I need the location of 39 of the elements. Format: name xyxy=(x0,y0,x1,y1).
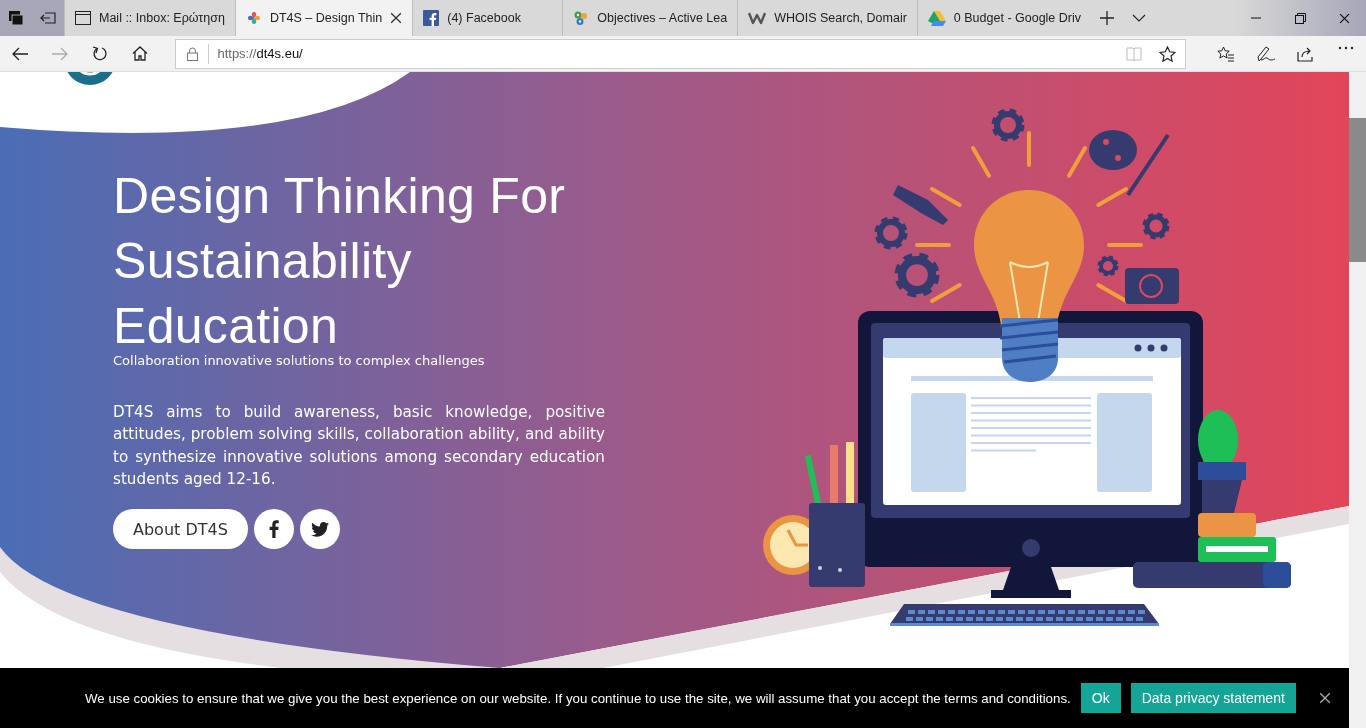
restore-icon[interactable] xyxy=(1294,12,1306,24)
star-icon[interactable] xyxy=(1159,45,1177,62)
share-icon[interactable] xyxy=(1297,45,1315,62)
about-button[interactable]: About DT4S xyxy=(113,509,248,550)
favorites-icon[interactable] xyxy=(1217,45,1235,62)
hero-description: DT4S aims to build awareness, basic knowledge, positive attitudes, problem solving skills, collaboration ability, and ability to synthesize innovative solutions among secondary education students aged 12-16. xyxy=(113,402,605,490)
browser-tab[interactable]: Objectives – Active Lea xyxy=(562,0,738,36)
close-icon[interactable] xyxy=(1319,692,1331,704)
drive-icon xyxy=(927,10,946,26)
scrollbar[interactable] xyxy=(1349,72,1366,728)
window-icon xyxy=(75,11,91,25)
facebook-icon xyxy=(423,10,440,26)
gears-icon xyxy=(573,10,590,26)
set-aside-tabs-icon[interactable] xyxy=(40,12,56,24)
browser-tab[interactable]: WHOIS Search, Domair xyxy=(737,0,917,36)
pen-icon[interactable] xyxy=(1257,45,1275,62)
home-icon[interactable] xyxy=(131,46,148,61)
browser-tab[interactable]: Mail :: Inbox: Ερώτηση xyxy=(64,0,235,36)
hero-subtitle: Collaboration innovative solutions to complex challenges xyxy=(113,353,486,368)
logo-icon xyxy=(245,10,262,26)
w-logo-icon xyxy=(748,11,767,25)
more-icon[interactable] xyxy=(1338,45,1354,50)
hero-title: Design Thinking For Sustainability Education xyxy=(113,167,567,355)
close-tab-icon[interactable] xyxy=(390,12,403,24)
refresh-icon[interactable] xyxy=(91,45,108,62)
browser-tab[interactable]: (4) Facebook xyxy=(412,0,563,36)
lock-icon xyxy=(186,46,198,61)
browser-tab[interactable]: 0 Budget - Google Driv xyxy=(916,0,1091,36)
back-icon[interactable] xyxy=(11,46,28,61)
facebook-icon xyxy=(268,520,279,539)
chevron-down-icon[interactable] xyxy=(1132,14,1146,22)
tabs-aside-icon[interactable] xyxy=(8,10,24,26)
close-icon[interactable] xyxy=(1338,12,1350,24)
bird-icon xyxy=(310,521,329,537)
browser-tab[interactable]: DT4S – Design Thin xyxy=(234,0,413,36)
address-field[interactable]: https://dt4s.eu/ xyxy=(175,38,1186,69)
url-text: https://dt4s.eu/ xyxy=(217,46,304,61)
new-tab-icon[interactable] xyxy=(1100,11,1114,25)
cookie-notice-text: We use cookies to ensure that we give you the best experience on our website. If you continue to use the site, we will assume that you accept the terms and conditions. xyxy=(85,690,1071,706)
